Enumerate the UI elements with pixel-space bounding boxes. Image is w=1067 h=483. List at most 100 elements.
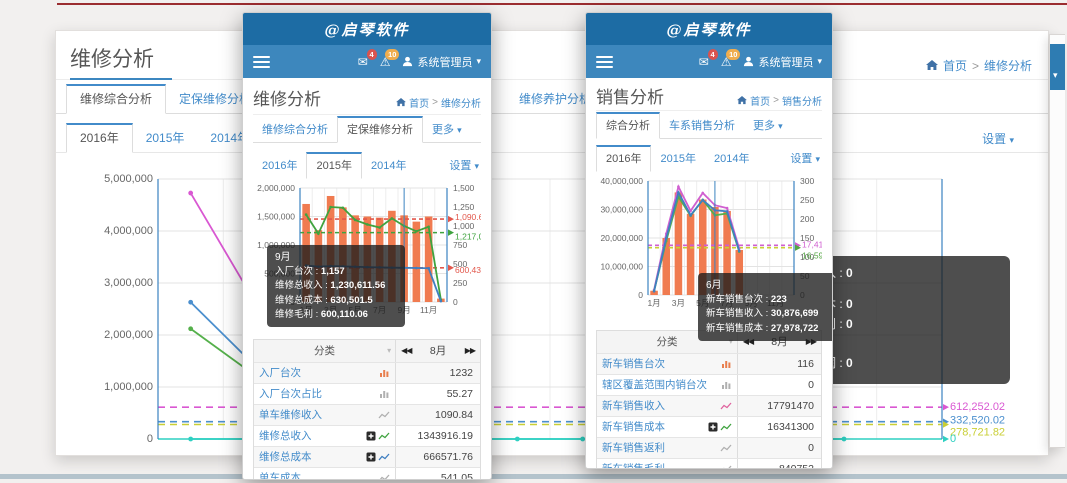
line-chart-icon <box>378 431 390 441</box>
metric-link[interactable]: 入厂台次占比 <box>259 384 376 404</box>
breadcrumb-home[interactable]: 首页 <box>409 95 429 110</box>
metric-link[interactable]: 新车销售成本 <box>602 417 705 437</box>
chevron-down-icon: ▾ <box>457 125 462 135</box>
tooltip-row: 维修总成本 : 630,501.5 <box>275 294 397 308</box>
mail-icon[interactable]: ✉4 <box>699 55 709 69</box>
prev-month-button[interactable]: ◀◀ <box>401 340 411 362</box>
table-row: 维修总收入 1343916.19 <box>254 425 480 446</box>
line-chart-icon <box>720 401 732 411</box>
metric-link[interactable]: 新车销售返利 <box>602 438 717 458</box>
svg-text:1,000,000: 1,000,000 <box>104 381 153 393</box>
expand-icon[interactable] <box>366 452 376 462</box>
line-chart-icon <box>378 410 390 420</box>
tab-more[interactable]: 更多 ▾ <box>744 112 792 138</box>
svg-text:200: 200 <box>800 214 814 224</box>
line-chart-icon <box>720 422 732 432</box>
svg-text:1月: 1月 <box>647 298 660 308</box>
svg-text:1,217,065.8: 1,217,065.8 <box>455 232 481 242</box>
line-chart-icon <box>378 452 390 462</box>
metric-value: 0 <box>738 375 821 395</box>
year-tab-2016[interactable]: 2016年 <box>253 152 306 178</box>
breadcrumb-home[interactable]: 首页 <box>943 57 967 74</box>
settings-button[interactable]: 设置 ▾ <box>982 130 1014 147</box>
metric-value: 666571.76 <box>396 447 480 467</box>
tab-more[interactable]: 更多 ▾ <box>423 116 471 142</box>
menu-icon[interactable] <box>253 53 270 71</box>
table-row: 维修总成本 666571.76 <box>254 446 480 467</box>
nav-bar: ✉4 ⚠10 系统管理员 ▾ <box>586 45 832 78</box>
year-tab-2014[interactable]: 2014年 <box>705 145 758 171</box>
mail-icon[interactable]: ✉4 <box>358 55 368 69</box>
metric-link[interactable]: 新车销售毛利 <box>602 459 717 469</box>
metric-value: 1343916.19 <box>396 426 480 446</box>
page: 维修分析 首页 > 维修分析 维修综合分析 定保维修分析 维修养护分析 2016… <box>0 0 1067 483</box>
metric-link[interactable]: 入厂台次 <box>259 363 376 383</box>
tab-repair-overview[interactable]: 维修综合分析 <box>66 84 166 114</box>
bar-chart-icon <box>721 380 732 390</box>
tooltip-row: 利润 : 0 <box>812 354 1000 374</box>
phone-repair-analysis: @启琴软件 ✉4 ⚠10 系统管理员 ▾ 维修分析 首页 > <box>242 12 492 480</box>
chevron-down-icon: ▾ <box>474 161 479 171</box>
year-tab-2016[interactable]: 2016年 <box>596 145 651 172</box>
user-menu[interactable]: 系统管理员 ▾ <box>743 54 822 70</box>
next-month-button[interactable]: ▶▶ <box>465 340 475 362</box>
brand-bar: @启琴软件 <box>243 13 491 45</box>
phone-header: 销售分析 首页 > 销售分析 <box>596 84 822 108</box>
settings-button[interactable]: 设置 ▾ <box>449 157 479 173</box>
breadcrumb-separator: > <box>432 97 438 108</box>
analysis-tabs: 综合分析 车系销售分析 更多 ▾ <box>596 110 822 139</box>
alert-badge: 10 <box>726 49 740 60</box>
breadcrumb-separator: > <box>773 95 779 106</box>
line-chart-icon <box>720 443 732 453</box>
metric-link[interactable]: 新车销售台次 <box>602 354 718 374</box>
tab-scheduled-repair[interactable]: 定保维修分析 <box>337 116 423 143</box>
mail-badge: 4 <box>708 49 718 60</box>
alert-icon[interactable]: ⚠10 <box>380 55 391 69</box>
alert-icon[interactable]: ⚠10 <box>721 55 732 69</box>
metric-link[interactable]: 新车销售收入 <box>602 396 717 416</box>
breadcrumb-home[interactable]: 首页 <box>750 93 770 108</box>
year-tab-2015[interactable]: 2015年 <box>306 152 361 179</box>
menu-icon[interactable] <box>596 53 613 71</box>
svg-text:612,252.02: 612,252.02 <box>950 401 1005 413</box>
table-row: 入厂台次 1232 <box>254 362 480 383</box>
breadcrumb: 首页 > 维修分析 <box>926 57 1032 74</box>
expand-icon[interactable] <box>366 431 376 441</box>
table-row: 新车销售台次116 <box>597 353 821 374</box>
metric-link[interactable]: 单车维修收入 <box>259 405 375 425</box>
page-title: 销售分析 <box>596 83 737 108</box>
user-menu[interactable]: 系统管理员 ▾ <box>402 54 481 70</box>
settings-button[interactable]: 设置 ▾ <box>790 150 820 166</box>
repair-metrics-table: 分类▾◀◀8月▶▶入厂台次1232入厂台次占比55.27单车维修收入1090.8… <box>253 339 481 480</box>
tab-sales-overview[interactable]: 综合分析 <box>596 112 660 139</box>
chevron-down-icon: ▾ <box>1009 135 1014 145</box>
expand-icon[interactable] <box>708 422 718 432</box>
metric-value: 1232 <box>396 363 480 383</box>
svg-text:17,418,019.1: 17,418,019.1 <box>802 239 822 249</box>
metric-link[interactable]: 单车成本 <box>259 468 375 480</box>
year-tab-2015[interactable]: 2015年 <box>651 145 704 171</box>
metric-link[interactable]: 维修总成本 <box>259 447 363 467</box>
year-tab-2016[interactable]: 2016年 <box>66 123 133 153</box>
category-column-header[interactable]: 分类▾ <box>254 340 396 362</box>
desktop-header: 维修分析 首页 > 维修分析 <box>56 31 1048 81</box>
table-row: 辖区覆盖范围内销台次 0 <box>597 374 821 395</box>
metric-link[interactable]: 辖区覆盖范围内销台次 <box>602 375 718 395</box>
table-row: 新车销售返利0 <box>597 437 821 458</box>
metric-link[interactable]: 维修总收入 <box>259 426 363 446</box>
person-icon <box>402 56 413 67</box>
svg-text:3月: 3月 <box>672 298 685 308</box>
side-panel-header-edge: ▾ <box>1050 44 1065 90</box>
svg-text:1,500,000: 1,500,000 <box>257 212 295 222</box>
year-tab-2015[interactable]: 2015年 <box>133 123 198 152</box>
metric-value: 1090.84 <box>396 405 480 425</box>
svg-text:278,721.82: 278,721.82 <box>950 427 1005 439</box>
person-icon <box>743 56 754 67</box>
year-tabs: 2016年 2015年 2014年 设置 ▾ <box>253 152 481 178</box>
tab-series-sales[interactable]: 车系销售分析 <box>660 112 744 138</box>
analysis-tabs: 维修综合分析 定保维修分析 维修养护分析 <box>56 83 1048 114</box>
year-tab-2014[interactable]: 2014年 <box>362 152 415 178</box>
tab-repair-overview[interactable]: 维修综合分析 <box>253 116 337 142</box>
chevron-down-icon: ▾ <box>387 340 391 362</box>
brand-bar: @启琴软件 <box>586 13 832 45</box>
